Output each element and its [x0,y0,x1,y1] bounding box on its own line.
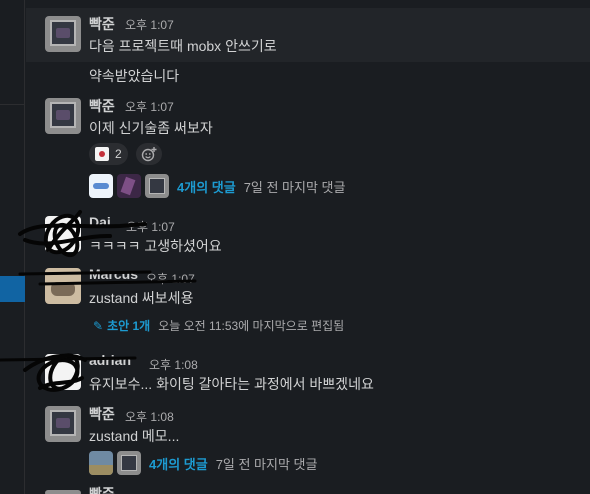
message-text: 이제 신기술좀 써보자 [89,120,213,136]
flag-emoji-icon [95,147,109,161]
message-list: 빡준 오후 1:07 다음 프로젝트때 mobx 안쓰기로 약속받았습니다 빡준… [26,0,590,494]
replier-avatar [117,174,141,198]
message-text: zustand 메모... [89,428,180,444]
sender-name[interactable]: 빡준 [89,14,115,34]
add-reaction-icon [141,147,157,162]
avatar[interactable] [45,490,81,494]
sender-name[interactable]: 빡준 [89,96,115,116]
replier-avatar [89,174,113,198]
draft-indicator[interactable]: ✎ 초안 1개 오늘 오전 11:53에 마지막으로 편집됨 [93,317,344,334]
channel-sidebar [0,0,25,494]
avatar[interactable] [45,16,81,52]
reaction-count: 2 [115,147,122,161]
sidebar-divider [0,104,25,105]
reaction-pill[interactable]: 2 [89,143,128,165]
message-text: 다음 프로젝트때 mobx 안쓰기로 [89,38,277,54]
timestamp[interactable]: 오후 1:07 [125,98,174,115]
pencil-icon: ✎ [93,318,104,333]
replier-avatar [117,451,141,475]
timestamp[interactable]: 오후 1:07 [146,270,195,287]
sender-name[interactable]: 빡준 [89,484,115,494]
message-text: 약속받았습니다 [89,68,180,84]
sender-name[interactable]: 빡준 [89,404,115,424]
thread-replies-link[interactable]: 4개의 댓글 [149,454,208,473]
timestamp[interactable]: 오후 1:08 [125,408,174,425]
sender-name[interactable]: Dai [89,214,111,230]
message-text: 유지보수... 화이팅 갈아타는 과정에서 바쁘겠네요 [89,376,374,392]
replier-avatar [145,174,169,198]
add-reaction-button[interactable] [136,143,162,165]
avatar[interactable] [45,216,81,252]
replier-avatar [89,451,113,475]
avatar[interactable] [45,268,81,304]
thread-last-reply: 7일 전 마지막 댓글 [215,456,318,472]
draft-label[interactable]: 초안 1개 [107,317,150,334]
thread-replies-link[interactable]: 4개의 댓글 [177,177,236,196]
timestamp[interactable]: 오후 1:07 [125,16,174,33]
avatar[interactable] [45,98,81,134]
timestamp[interactable]: 오후 1:08 [149,356,198,373]
draft-meta: 오늘 오전 11:53에 마지막으로 편집됨 [158,319,345,333]
avatar[interactable] [45,406,81,442]
avatar[interactable] [45,354,81,390]
sender-name[interactable]: Marcus [89,266,138,282]
message-text: ㅋㅋㅋㅋ 고생하셨어요 [89,238,222,254]
sidebar-item-active[interactable] [0,276,25,302]
timestamp[interactable]: 오후 1:07 [126,218,175,235]
thread-summary[interactable]: 4개의 댓글 7일 전 마지막 댓글 [89,174,345,198]
thread-summary[interactable]: 4개의 댓글 7일 전 마지막 댓글 [89,451,317,475]
sender-name[interactable]: adrian [89,352,131,368]
thread-last-reply: 7일 전 마지막 댓글 [243,179,346,195]
message-text: zustand 써보세용 [89,290,194,306]
